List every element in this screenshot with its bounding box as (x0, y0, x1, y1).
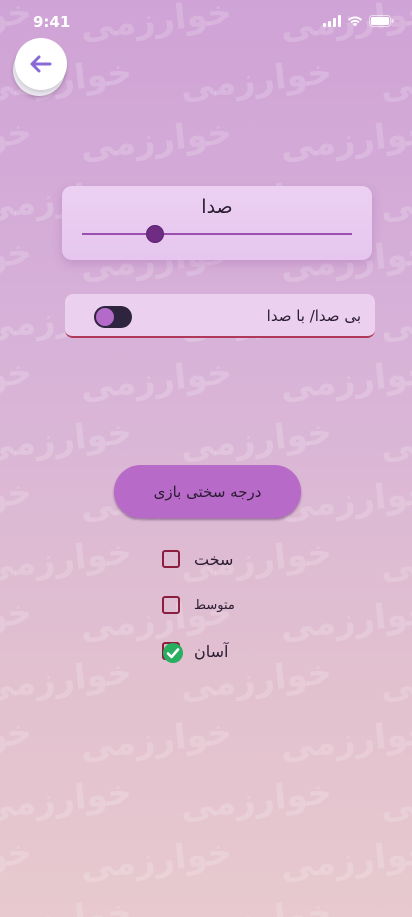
watermark-text: خوارزمی (0, 532, 134, 588)
cellular-signal-icon (323, 15, 341, 27)
watermark-text: خوارزمی (78, 352, 234, 408)
watermark-text: خوارزمی (78, 712, 234, 768)
watermark-text: خوارزمی (0, 652, 134, 708)
watermark-text: خوارزمی (0, 772, 134, 828)
back-button-container (13, 38, 67, 96)
volume-slider[interactable] (82, 225, 352, 243)
watermark-text: خوارزمی (0, 412, 134, 468)
watermark-text: خوارزمی (0, 892, 134, 917)
watermark-text: خوارزمی (0, 832, 34, 888)
watermark-text: خوارزمی (0, 472, 34, 528)
checkbox-medium[interactable] (162, 596, 180, 614)
watermark-text: خوارزمی (0, 112, 34, 168)
watermark-text: خوارزمی (378, 52, 412, 108)
mute-toggle-label: بی صدا/ با صدا (266, 307, 361, 325)
watermark-text: خوارزمی (78, 832, 234, 888)
watermark-text: خوارزمی (278, 112, 412, 168)
watermark-text: خوارزمی (78, 112, 234, 168)
watermark-text: خوارزمی (0, 232, 34, 288)
mute-toggle-switch[interactable] (94, 306, 132, 328)
watermark-text: خوارزمی (178, 772, 334, 828)
checkbox-easy[interactable] (162, 642, 183, 663)
watermark-text: خوارزمی (278, 712, 412, 768)
checkbox-hard[interactable] (162, 550, 180, 568)
difficulty-button[interactable]: درجه سختی بازی (114, 465, 301, 518)
mute-toggle-row[interactable]: بی صدا/ با صدا (65, 294, 375, 338)
watermark-pattern: خوارزمی خوارزمی خوارزمی خوارزمی خوارزمی خوارز… (0, 0, 412, 917)
watermark-text: خوارزمی (278, 592, 412, 648)
check-circle-icon (163, 643, 183, 663)
option-label-medium: متوسط (194, 597, 235, 613)
option-label-easy: آسان (194, 641, 229, 661)
watermark-text: خوارزمی (378, 412, 412, 468)
status-icons (323, 15, 394, 27)
watermark-text: خوارزمی (378, 892, 412, 917)
back-button[interactable] (15, 38, 67, 90)
watermark-text: خوارزمی (0, 352, 34, 408)
watermark-text: خوارزمی (378, 652, 412, 708)
difficulty-option-hard[interactable]: سخت (162, 548, 233, 570)
option-label-hard: سخت (194, 549, 234, 569)
wifi-icon (347, 15, 363, 27)
difficulty-option-medium[interactable]: متوسط (162, 594, 235, 616)
battery-icon (369, 15, 394, 27)
watermark-text: خوارزمی (378, 292, 412, 348)
watermark-text: خوارزمی (278, 352, 412, 408)
arrow-left-icon (30, 55, 52, 73)
watermark-text: خوارزمی (378, 532, 412, 588)
watermark-text: خوارزمی (378, 172, 412, 228)
status-time: 9:41 (33, 13, 71, 31)
watermark-text: خوارزمی (178, 892, 333, 917)
sound-card: صدا (62, 186, 372, 260)
toggle-knob (96, 308, 114, 326)
volume-slider-thumb[interactable] (146, 225, 164, 243)
watermark-text: خوارزمی (0, 712, 34, 768)
watermark-text: خوارزمی (378, 772, 412, 828)
watermark-text: خوارزمی (178, 412, 334, 468)
watermark-text: خوارزمی (278, 832, 412, 888)
watermark-text: خوارزمی (0, 592, 34, 648)
difficulty-option-easy[interactable]: آسان (162, 640, 229, 663)
watermark-text: خوارزمی (178, 52, 334, 108)
sound-title: صدا (201, 196, 233, 218)
